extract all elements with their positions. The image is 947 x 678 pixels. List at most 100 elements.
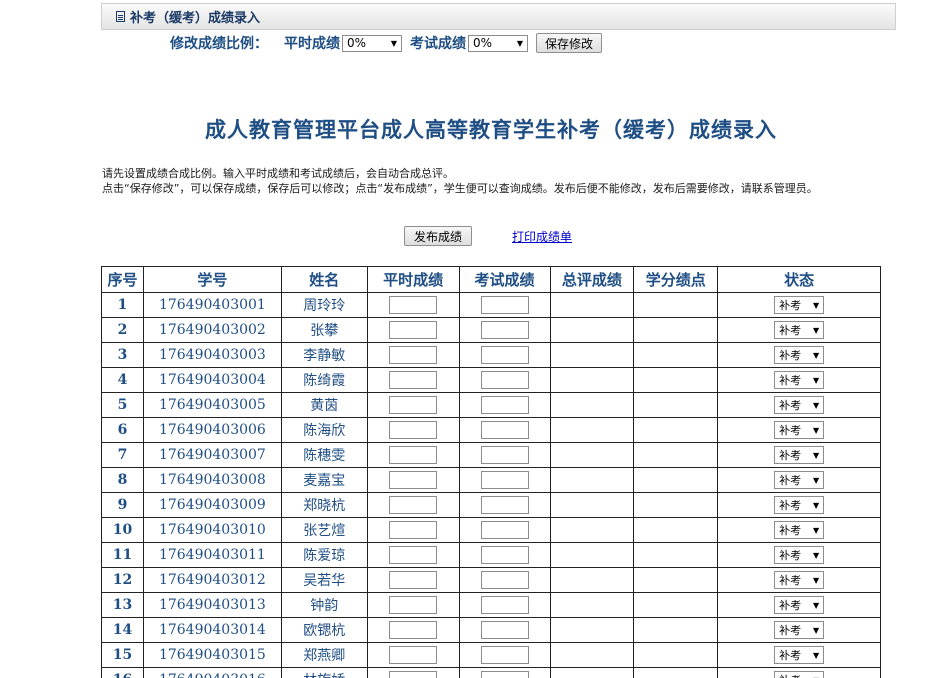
total-score-cell <box>549 517 635 543</box>
row-seq: 5 <box>101 392 144 418</box>
usual-score-input[interactable] <box>389 521 438 539</box>
table-row: 2 176490403002 张攀 补考 ▼ <box>101 317 881 343</box>
total-score-cell <box>549 617 635 643</box>
column-header: 姓名 <box>280 266 368 293</box>
usual-score-input[interactable] <box>389 396 438 414</box>
exam-score-input[interactable] <box>480 421 529 439</box>
exam-score-input[interactable] <box>480 521 529 539</box>
status-select[interactable]: 补考▼ <box>774 521 825 539</box>
exam-ratio-select[interactable]: 0% ▼ <box>468 34 528 52</box>
usual-score-cell <box>366 442 460 468</box>
exam-score-input[interactable] <box>480 371 529 389</box>
usual-score-cell <box>366 392 460 418</box>
status-value: 补考 <box>779 299 802 312</box>
chevron-down-icon: ▼ <box>812 425 820 435</box>
status-cell: 补考 ▼ <box>717 542 881 568</box>
usual-score-input[interactable] <box>389 446 438 464</box>
row-student-name: 陈穗雯 <box>280 442 368 468</box>
status-select[interactable]: 补考 ▼ <box>774 396 825 414</box>
row-student-id: 176490403005 <box>142 392 282 418</box>
exam-score-input[interactable] <box>480 396 529 414</box>
status-select[interactable]: 补考▼ <box>774 596 825 614</box>
usual-score-input[interactable] <box>389 546 438 564</box>
usual-score-input[interactable] <box>389 296 438 314</box>
exam-score-input[interactable] <box>480 596 529 614</box>
status-value: 补考 <box>779 349 802 362</box>
print-transcript-link[interactable]: 打印成绩单 <box>512 228 572 245</box>
page: 补考（缓考）成绩录入 修改成绩比例： 平时成绩 0% ▼ 考试成绩 0% ▼ 保… <box>0 0 947 678</box>
status-value: 补考 <box>779 574 802 587</box>
gpa-cell <box>633 442 719 468</box>
usual-score-input[interactable] <box>389 471 438 489</box>
status-select[interactable]: 补考▼ <box>774 621 825 639</box>
chevron-down-icon: ▼ <box>812 600 820 610</box>
status-cell: 补考 ▼ <box>717 617 881 643</box>
total-score-cell <box>549 667 635 678</box>
usual-score-input[interactable] <box>389 321 438 339</box>
status-value: 补考 <box>779 624 802 637</box>
status-select[interactable]: 补考▼ <box>774 321 825 339</box>
exam-score-input[interactable] <box>480 571 529 589</box>
status-cell: 补考 ▼ <box>717 367 881 393</box>
usual-score-input[interactable] <box>389 496 438 514</box>
status-select[interactable]: 补考▼ <box>774 646 825 664</box>
status-select[interactable]: 补考▼ <box>774 371 825 389</box>
exam-score-input[interactable] <box>480 496 529 514</box>
usual-score-input[interactable] <box>389 371 438 389</box>
exam-score-cell <box>458 292 551 318</box>
exam-score-input[interactable] <box>480 621 529 639</box>
usual-score-input[interactable] <box>389 596 438 614</box>
gpa-cell <box>633 417 719 443</box>
exam-score-input[interactable] <box>480 296 529 314</box>
exam-score-input[interactable] <box>480 671 529 678</box>
usual-ratio-select[interactable]: 0% ▼ <box>342 34 402 52</box>
status-select[interactable]: 补考▼ <box>774 571 825 589</box>
exam-score-input[interactable] <box>480 321 529 339</box>
row-seq: 8 <box>101 467 144 493</box>
row-student-name: 郑晓杭 <box>280 492 368 518</box>
row-seq: 1 <box>101 292 144 318</box>
usual-score-input[interactable] <box>389 646 438 664</box>
chevron-down-icon: ▼ <box>812 525 820 535</box>
exam-score-input[interactable] <box>480 646 529 664</box>
exam-score-input[interactable] <box>480 471 529 489</box>
chevron-down-icon: ▼ <box>516 38 523 48</box>
status-cell: 补考 ▼ <box>717 492 881 518</box>
chevron-down-icon: ▼ <box>812 400 820 410</box>
status-select[interactable]: 补考▼ <box>774 471 825 489</box>
row-student-id: 176490403001 <box>142 292 282 318</box>
ratio-settings: 修改成绩比例： 平时成绩 0% ▼ 考试成绩 0% ▼ 保存修改 <box>170 32 603 54</box>
table-row: 9 176490403009 郑晓杭 补考 ▼ <box>101 492 881 518</box>
usual-score-cell <box>366 567 460 593</box>
status-select[interactable]: 补考▼ <box>774 546 825 564</box>
status-select[interactable]: 补考 ▼ <box>774 296 825 314</box>
status-select[interactable]: 补考▼ <box>774 671 825 678</box>
row-student-id: 176490403011 <box>142 542 282 568</box>
status-select[interactable]: 补考▼ <box>774 446 825 464</box>
exam-score-cell <box>458 492 551 518</box>
status-value: 补考 <box>779 399 802 412</box>
row-seq: 10 <box>101 517 144 543</box>
exam-score-label: 考试成绩 <box>410 36 466 52</box>
usual-score-input[interactable] <box>389 346 438 364</box>
save-button[interactable]: 保存修改 <box>536 33 603 53</box>
chevron-down-icon: ▼ <box>812 300 820 310</box>
exam-score-input[interactable] <box>480 546 529 564</box>
status-select[interactable]: 补考▼ <box>774 421 825 439</box>
usual-score-input[interactable] <box>389 671 438 678</box>
table-row: 12 176490403012 吴若华 补考 ▼ <box>101 567 881 593</box>
column-header: 学号 <box>142 266 282 293</box>
row-student-name: 周玲玲 <box>280 292 368 318</box>
usual-score-input[interactable] <box>389 621 438 639</box>
usual-score-input[interactable] <box>389 421 438 439</box>
usual-score-input[interactable] <box>389 571 438 589</box>
exam-score-input[interactable] <box>480 446 529 464</box>
page-title: 成人教育管理平台成人高等教育学生补考（缓考）成绩录入 <box>205 117 777 142</box>
status-select[interactable]: 补考▼ <box>774 496 825 514</box>
row-student-name: 张攀 <box>280 317 368 343</box>
publish-button[interactable]: 发布成绩 <box>404 226 472 246</box>
chevron-down-icon: ▼ <box>812 650 820 660</box>
status-select[interactable]: 补考▼ <box>774 346 825 364</box>
table-row: 13 176490403013 钟韵 补考 ▼ <box>101 592 881 618</box>
exam-score-input[interactable] <box>480 346 529 364</box>
